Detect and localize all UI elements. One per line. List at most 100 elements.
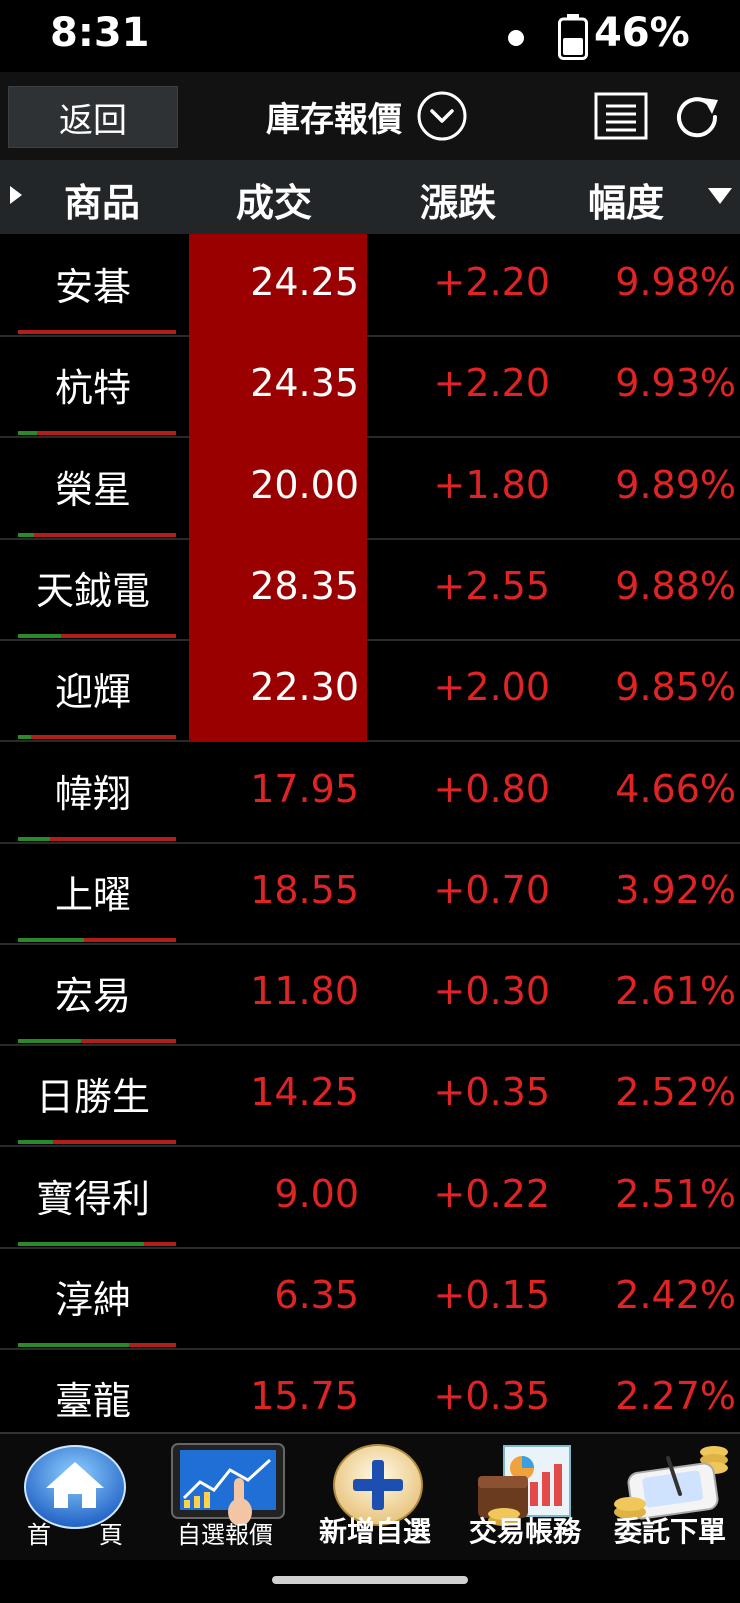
ratio-green-segment xyxy=(18,836,50,841)
stock-name: 日勝生 xyxy=(35,1075,150,1120)
ratio-green-segment xyxy=(18,1343,129,1347)
ratio-green-segment xyxy=(18,1140,53,1145)
table-row[interactable]: 幃翔 17.95 +0.80 4.66% xyxy=(0,741,740,844)
tool-add-watch-label: 新增自選 xyxy=(318,1515,431,1548)
table-row[interactable]: 杭特 24.35 +2.20 9.93% xyxy=(0,335,740,439)
price-change: +0.80 xyxy=(433,766,550,811)
table-row[interactable]: 淳紳 6.35 +0.15 2.42% xyxy=(0,1247,740,1350)
price-cell: 14.25 xyxy=(189,1044,367,1147)
stock-name: 杭特 xyxy=(54,366,131,411)
table-row[interactable]: 安碁 24.25 +2.20 9.98% xyxy=(0,234,740,337)
price-change: +1.80 xyxy=(433,462,550,507)
percent-change: 9.98% xyxy=(615,260,736,304)
chevron-down-icon[interactable] xyxy=(416,90,468,142)
sort-down-icon[interactable] xyxy=(706,186,734,206)
price-cell: 18.55 xyxy=(189,842,367,945)
column-header-change[interactable]: 漲跌 xyxy=(420,172,496,227)
stock-name: 天鉞電 xyxy=(35,568,150,613)
stock-name: 榮星 xyxy=(54,467,131,512)
last-price: 14.25 xyxy=(250,1070,359,1115)
battery-level: 46% xyxy=(594,10,690,56)
percent-change: 4.66% xyxy=(615,766,736,811)
price-cell: 20.00 xyxy=(189,436,367,540)
page-title[interactable]: 庫存報價 xyxy=(266,92,402,141)
price-cell: 6.35 xyxy=(189,1247,367,1350)
tool-add-watch[interactable]: 新增自選 xyxy=(300,1434,450,1562)
percent-change: 2.42% xyxy=(615,1273,736,1317)
notification-dot-icon xyxy=(508,30,524,46)
tool-watchlist[interactable]: 自選報價 xyxy=(150,1434,300,1562)
table-row[interactable]: 宏易 11.80 +0.30 2.61% xyxy=(0,943,740,1047)
column-header-pct[interactable]: 幅度 xyxy=(588,172,664,227)
buy-sell-ratio-bar xyxy=(18,633,176,638)
percent-change: 9.85% xyxy=(615,665,736,710)
price-change: +0.15 xyxy=(433,1273,550,1317)
percent-change: 2.51% xyxy=(615,1171,736,1216)
buy-sell-ratio-bar xyxy=(18,937,176,942)
percent-change: 2.52% xyxy=(615,1070,736,1115)
price-cell: 11.80 xyxy=(189,943,367,1046)
price-change: +2.20 xyxy=(433,361,550,406)
column-header-name[interactable]: 商品 xyxy=(64,172,140,227)
percent-change: 9.93% xyxy=(615,361,736,406)
price-cell: 28.35 xyxy=(189,537,367,641)
refresh-icon[interactable] xyxy=(670,90,724,144)
tool-watchlist-label: 自選報價 xyxy=(177,1521,273,1549)
table-row[interactable]: 天鉞電 28.35 +2.55 9.88% xyxy=(0,537,740,641)
list-icon[interactable] xyxy=(594,92,648,140)
table-row[interactable]: 寶得利 9.00 +0.22 2.51% xyxy=(0,1146,740,1249)
bottom-toolbar: 首 頁 自選報價 新增自選 交易帳務 委託下單 xyxy=(0,1432,740,1560)
price-cell: 22.30 xyxy=(189,639,367,743)
price-change: +0.22 xyxy=(433,1171,550,1216)
tool-home[interactable]: 首 頁 xyxy=(0,1434,150,1562)
price-change: +0.70 xyxy=(433,867,550,912)
percent-change: 9.88% xyxy=(615,563,736,608)
ratio-green-segment xyxy=(18,532,34,537)
back-button[interactable]: 返回 xyxy=(8,86,178,148)
table-row[interactable]: 榮星 20.00 +1.80 9.89% xyxy=(0,436,740,540)
buy-sell-ratio-bar xyxy=(18,1241,176,1246)
home-indicator[interactable] xyxy=(272,1576,468,1584)
tool-account[interactable]: 交易帳務 xyxy=(450,1434,600,1562)
last-price: 24.35 xyxy=(250,361,359,406)
top-nav: 返回 庫存報價 xyxy=(0,72,740,160)
price-cell: 24.25 xyxy=(189,234,367,337)
buy-sell-ratio-bar xyxy=(18,431,176,436)
quote-list: 安碁 24.25 +2.20 9.98% 杭特 24.35 +2.20 9.93% 榮星 20.0… xyxy=(0,234,740,1432)
table-row[interactable]: 上曜 18.55 +0.70 3.92% xyxy=(0,842,740,945)
last-price: 11.80 xyxy=(250,969,359,1014)
price-change: +2.20 xyxy=(433,260,550,304)
stock-name: 寶得利 xyxy=(35,1176,150,1221)
ratio-green-segment xyxy=(18,633,61,638)
stock-name: 淳紳 xyxy=(54,1278,131,1322)
tool-order[interactable]: 委託下單 xyxy=(600,1434,740,1562)
price-cell: 9.00 xyxy=(189,1146,367,1249)
buy-sell-ratio-bar xyxy=(18,1343,176,1347)
price-change: +2.55 xyxy=(433,563,550,608)
stock-name: 宏易 xyxy=(54,974,131,1019)
column-header-price[interactable]: 成交 xyxy=(236,172,312,227)
percent-change: 2.61% xyxy=(615,969,736,1014)
stock-name: 迎輝 xyxy=(54,670,131,715)
table-row[interactable]: 迎輝 22.30 +2.00 9.85% xyxy=(0,639,740,743)
last-price: 24.25 xyxy=(250,260,359,304)
buy-sell-ratio-bar xyxy=(18,1039,176,1044)
price-cell: 15.75 xyxy=(189,1348,367,1432)
last-price: 18.55 xyxy=(250,867,359,912)
tool-order-label: 委託下單 xyxy=(613,1515,726,1548)
tool-account-label: 交易帳務 xyxy=(468,1515,581,1548)
ratio-green-segment xyxy=(18,937,85,942)
price-change: +2.00 xyxy=(433,665,550,710)
expand-arrow-icon[interactable] xyxy=(8,184,24,206)
table-row[interactable]: 日勝生 14.25 +0.35 2.52% xyxy=(0,1044,740,1148)
ratio-green-segment xyxy=(18,735,31,740)
percent-change: 2.27% xyxy=(615,1374,736,1419)
table-row[interactable]: 臺龍 15.75 +0.35 2.27% xyxy=(0,1348,740,1432)
price-change: +0.35 xyxy=(433,1374,550,1419)
last-price: 22.30 xyxy=(250,665,359,710)
buy-sell-ratio-bar xyxy=(18,836,176,841)
stock-name: 上曜 xyxy=(54,872,131,917)
last-price: 15.75 xyxy=(250,1374,359,1419)
status-bar: 8:31 46% xyxy=(0,0,740,72)
last-price: 9.00 xyxy=(274,1171,359,1216)
